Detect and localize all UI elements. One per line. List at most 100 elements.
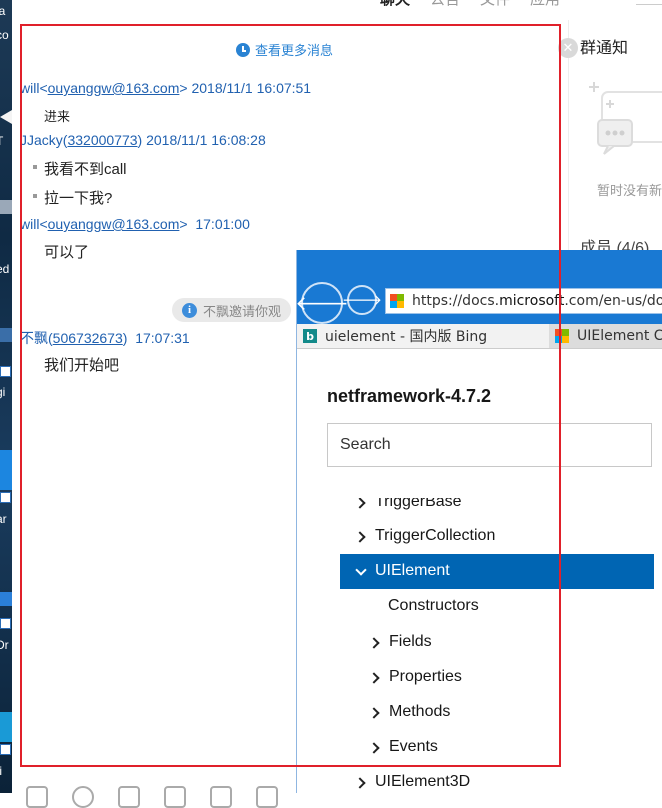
desktop-icon-label: co — [0, 28, 9, 42]
toc-item-fields[interactable]: Fields — [370, 630, 432, 654]
arrow-left-icon: 🡐 — [295, 291, 349, 315]
sender-name: will — [20, 80, 40, 96]
message-time: 2018/11/1 16:07:51 — [191, 80, 312, 96]
doc-version-title[interactable]: netframework-4.7.2 — [327, 386, 491, 407]
toc-item-methods[interactable]: Methods — [370, 700, 450, 724]
browser-titlebar[interactable] — [297, 250, 662, 280]
tab-chat[interactable]: 聊天 — [380, 0, 410, 8]
toc-label: Methods — [389, 703, 451, 720]
toc-item-uielement3d[interactable]: UIElement3D — [356, 770, 470, 794]
sender-contact-link[interactable]: ouyanggw@163.com — [48, 216, 180, 232]
empty-notice-text: 暂时没有新 — [597, 183, 662, 198]
message-time: 2018/11/1 16:08:28 — [146, 132, 266, 148]
message-text: 拉一下我? — [44, 190, 113, 207]
sender-contact-link[interactable]: ouyanggw@163.com — [48, 80, 180, 96]
tab-title: uielement - 国内版 Bing — [325, 329, 488, 345]
system-notice: i 不飘邀请你观 — [172, 298, 292, 322]
shortcut-arrow-icon — [0, 744, 11, 755]
toc-item-properties[interactable]: Properties — [370, 665, 462, 689]
bing-logo-icon: b — [303, 329, 317, 343]
toc-label: Fields — [389, 633, 432, 650]
empty-notice-illustration-icon — [589, 82, 662, 155]
chevron-right-icon — [356, 498, 365, 507]
app-icon[interactable] — [0, 450, 12, 490]
desktop-icon-label: Dr — [0, 638, 9, 652]
folder-icon[interactable] — [210, 786, 232, 808]
toc-label: TriggerCollection — [375, 527, 496, 544]
chevron-right-icon — [370, 743, 379, 752]
sender-name: 不飘 — [20, 330, 48, 346]
message-header: will<ouyanggw@163.com> 2018/11/1 16:07:5… — [20, 80, 312, 96]
browser-tab-docs[interactable]: UIElement C — [549, 324, 662, 348]
tab-files[interactable]: 文件 — [480, 0, 510, 8]
message-time: 17:07:31 — [135, 330, 190, 346]
message-header: JJacky(332000773) 2018/11/1 16:08:28 — [20, 132, 266, 148]
shortcut-arrow-icon — [0, 618, 11, 629]
chat-input-toolbar — [26, 786, 278, 808]
message-time: 17:01:00 — [195, 216, 250, 232]
message-text: 我看不到call — [44, 161, 127, 178]
info-icon: i — [182, 302, 197, 318]
chevron-right-icon — [370, 673, 379, 682]
shortcut-icon[interactable] — [0, 200, 12, 214]
scissors-icon[interactable] — [118, 786, 140, 808]
image-icon[interactable] — [256, 786, 278, 808]
chevron-down-icon — [356, 567, 365, 576]
shortcut-icon[interactable] — [0, 328, 12, 342]
view-more-messages-link[interactable]: 查看更多消息 — [236, 40, 333, 59]
tab-apps[interactable]: 应用 — [530, 0, 560, 8]
microsoft-logo-icon — [555, 329, 569, 343]
arrow-icon — [0, 110, 12, 124]
desktop-background: ia co T ed gi I ar Dr ti — [0, 0, 12, 793]
toc-label: Constructors — [388, 597, 479, 614]
desktop-icon-label: T — [0, 134, 3, 148]
toc-item-uielement[interactable]: UIElement — [356, 559, 450, 583]
chevron-right-icon — [356, 778, 365, 787]
toc-item-triggercollection[interactable]: TriggerCollection — [356, 524, 495, 548]
close-icon[interactable]: ✕ — [558, 38, 578, 58]
app-icon[interactable] — [0, 712, 12, 742]
microsoft-logo-icon — [390, 294, 404, 308]
toc-label: Events — [389, 738, 438, 755]
forward-button[interactable]: 🡒 — [342, 285, 382, 315]
sender-contact-link[interactable]: 506732673 — [53, 330, 123, 346]
toc-item-events[interactable]: Events — [370, 735, 438, 759]
font-icon[interactable] — [26, 786, 48, 808]
address-bar[interactable]: https://docs.microsoft.com/en-us/do — [385, 288, 662, 314]
message-text: 进来 — [44, 109, 71, 124]
sender-contact-link[interactable]: 332000773 — [67, 132, 137, 148]
search-placeholder: Search — [340, 436, 391, 453]
toc-label: UIElement — [375, 562, 450, 579]
url-text: https://docs.microsoft.com/en-us/do — [412, 293, 662, 309]
chevron-right-icon — [356, 532, 365, 541]
arrow-right-icon: 🡒 — [341, 290, 383, 309]
emoji-icon[interactable] — [72, 786, 94, 808]
shortcut-arrow-icon — [0, 492, 11, 503]
browser-window: 🡐 🡒 https://docs.microsoft.com/en-us/do … — [295, 250, 662, 793]
message-text: 可以了 — [44, 244, 90, 261]
sender-name: will — [20, 216, 40, 232]
browser-tab-bing[interactable]: b uielement - 国内版 Bing — [297, 324, 550, 348]
divider — [636, 4, 662, 5]
toc-item-constructors[interactable]: Constructors — [388, 594, 479, 618]
toc-label: Properties — [389, 668, 462, 685]
desktop-icon-label: ar — [0, 512, 7, 526]
sender-name: JJacky — [20, 132, 63, 148]
view-more-label: 查看更多消息 — [255, 44, 334, 59]
toc-label: UIElement3D — [375, 773, 471, 790]
doc-search-input[interactable]: Search — [327, 423, 652, 467]
system-notice-text: 不飘邀请你观 — [203, 304, 282, 320]
desktop-icon-label: ia — [0, 4, 6, 18]
shortcut-arrow-icon — [0, 366, 11, 377]
chat-tabs: 聊天 公告 文件 应用 — [380, 0, 560, 8]
desktop-icon-label: ti — [0, 764, 2, 778]
gift-icon[interactable] — [164, 786, 186, 808]
bullet-icon — [33, 165, 37, 169]
message-header: will<ouyanggw@163.com> 17:01:00 — [20, 216, 250, 232]
desktop-icon-label: gi — [0, 385, 6, 399]
tab-title: UIElement C — [577, 328, 662, 344]
cloud-icon[interactable] — [0, 592, 12, 606]
tab-announcement[interactable]: 公告 — [430, 0, 460, 8]
clock-icon — [236, 42, 250, 57]
back-button[interactable]: 🡐 — [295, 282, 349, 324]
